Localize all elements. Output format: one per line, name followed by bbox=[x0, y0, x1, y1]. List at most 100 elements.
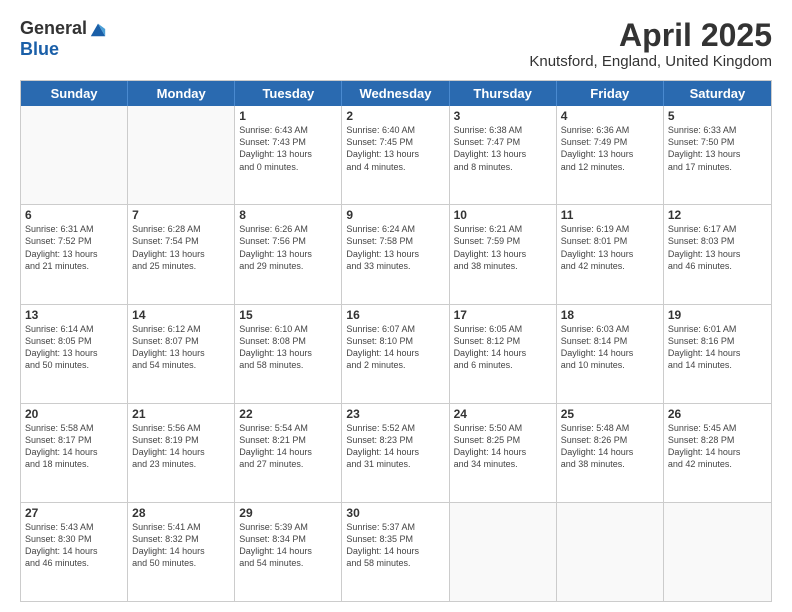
month-title: April 2025 bbox=[529, 18, 772, 53]
day-number: 19 bbox=[668, 308, 767, 322]
day-info: Sunrise: 6:33 AM Sunset: 7:50 PM Dayligh… bbox=[668, 124, 767, 173]
calendar-cell: 2Sunrise: 6:40 AM Sunset: 7:45 PM Daylig… bbox=[342, 106, 449, 204]
logo-text: General bbox=[20, 18, 107, 39]
day-number: 4 bbox=[561, 109, 659, 123]
calendar-week-1: 1Sunrise: 6:43 AM Sunset: 7:43 PM Daylig… bbox=[21, 106, 771, 204]
day-number: 23 bbox=[346, 407, 444, 421]
day-info: Sunrise: 6:28 AM Sunset: 7:54 PM Dayligh… bbox=[132, 223, 230, 272]
logo: General Blue bbox=[20, 18, 107, 60]
day-number: 11 bbox=[561, 208, 659, 222]
calendar-header: SundayMondayTuesdayWednesdayThursdayFrid… bbox=[21, 81, 771, 106]
day-number: 2 bbox=[346, 109, 444, 123]
day-info: Sunrise: 5:54 AM Sunset: 8:21 PM Dayligh… bbox=[239, 422, 337, 471]
day-of-week-saturday: Saturday bbox=[664, 81, 771, 106]
calendar-cell: 22Sunrise: 5:54 AM Sunset: 8:21 PM Dayli… bbox=[235, 404, 342, 502]
day-info: Sunrise: 6:03 AM Sunset: 8:14 PM Dayligh… bbox=[561, 323, 659, 372]
calendar-cell: 17Sunrise: 6:05 AM Sunset: 8:12 PM Dayli… bbox=[450, 305, 557, 403]
day-info: Sunrise: 6:17 AM Sunset: 8:03 PM Dayligh… bbox=[668, 223, 767, 272]
calendar-cell: 23Sunrise: 5:52 AM Sunset: 8:23 PM Dayli… bbox=[342, 404, 449, 502]
day-info: Sunrise: 6:07 AM Sunset: 8:10 PM Dayligh… bbox=[346, 323, 444, 372]
calendar-cell: 28Sunrise: 5:41 AM Sunset: 8:32 PM Dayli… bbox=[128, 503, 235, 601]
day-info: Sunrise: 5:39 AM Sunset: 8:34 PM Dayligh… bbox=[239, 521, 337, 570]
logo-general: General bbox=[20, 18, 87, 39]
day-info: Sunrise: 6:01 AM Sunset: 8:16 PM Dayligh… bbox=[668, 323, 767, 372]
day-number: 1 bbox=[239, 109, 337, 123]
day-info: Sunrise: 6:14 AM Sunset: 8:05 PM Dayligh… bbox=[25, 323, 123, 372]
day-number: 14 bbox=[132, 308, 230, 322]
day-number: 7 bbox=[132, 208, 230, 222]
day-of-week-tuesday: Tuesday bbox=[235, 81, 342, 106]
day-number: 13 bbox=[25, 308, 123, 322]
calendar-cell: 15Sunrise: 6:10 AM Sunset: 8:08 PM Dayli… bbox=[235, 305, 342, 403]
calendar-cell: 24Sunrise: 5:50 AM Sunset: 8:25 PM Dayli… bbox=[450, 404, 557, 502]
calendar: SundayMondayTuesdayWednesdayThursdayFrid… bbox=[20, 80, 772, 602]
day-info: Sunrise: 6:10 AM Sunset: 8:08 PM Dayligh… bbox=[239, 323, 337, 372]
day-info: Sunrise: 5:52 AM Sunset: 8:23 PM Dayligh… bbox=[346, 422, 444, 471]
day-number: 18 bbox=[561, 308, 659, 322]
calendar-cell: 13Sunrise: 6:14 AM Sunset: 8:05 PM Dayli… bbox=[21, 305, 128, 403]
logo-icon bbox=[89, 20, 107, 38]
day-info: Sunrise: 5:45 AM Sunset: 8:28 PM Dayligh… bbox=[668, 422, 767, 471]
day-info: Sunrise: 6:12 AM Sunset: 8:07 PM Dayligh… bbox=[132, 323, 230, 372]
calendar-cell: 19Sunrise: 6:01 AM Sunset: 8:16 PM Dayli… bbox=[664, 305, 771, 403]
calendar-cell: 3Sunrise: 6:38 AM Sunset: 7:47 PM Daylig… bbox=[450, 106, 557, 204]
day-number: 20 bbox=[25, 407, 123, 421]
title-block: April 2025 Knutsford, England, United Ki… bbox=[529, 18, 772, 70]
day-number: 17 bbox=[454, 308, 552, 322]
day-info: Sunrise: 5:37 AM Sunset: 8:35 PM Dayligh… bbox=[346, 521, 444, 570]
calendar-week-2: 6Sunrise: 6:31 AM Sunset: 7:52 PM Daylig… bbox=[21, 204, 771, 303]
calendar-cell: 25Sunrise: 5:48 AM Sunset: 8:26 PM Dayli… bbox=[557, 404, 664, 502]
calendar-cell: 16Sunrise: 6:07 AM Sunset: 8:10 PM Dayli… bbox=[342, 305, 449, 403]
day-info: Sunrise: 6:24 AM Sunset: 7:58 PM Dayligh… bbox=[346, 223, 444, 272]
day-info: Sunrise: 6:43 AM Sunset: 7:43 PM Dayligh… bbox=[239, 124, 337, 173]
calendar-cell: 7Sunrise: 6:28 AM Sunset: 7:54 PM Daylig… bbox=[128, 205, 235, 303]
day-number: 5 bbox=[668, 109, 767, 123]
day-number: 10 bbox=[454, 208, 552, 222]
calendar-cell bbox=[128, 106, 235, 204]
calendar-week-4: 20Sunrise: 5:58 AM Sunset: 8:17 PM Dayli… bbox=[21, 403, 771, 502]
calendar-cell: 20Sunrise: 5:58 AM Sunset: 8:17 PM Dayli… bbox=[21, 404, 128, 502]
calendar-cell: 14Sunrise: 6:12 AM Sunset: 8:07 PM Dayli… bbox=[128, 305, 235, 403]
calendar-cell: 26Sunrise: 5:45 AM Sunset: 8:28 PM Dayli… bbox=[664, 404, 771, 502]
calendar-cell bbox=[557, 503, 664, 601]
calendar-cell bbox=[450, 503, 557, 601]
day-of-week-monday: Monday bbox=[128, 81, 235, 106]
calendar-cell: 27Sunrise: 5:43 AM Sunset: 8:30 PM Dayli… bbox=[21, 503, 128, 601]
day-number: 24 bbox=[454, 407, 552, 421]
day-number: 16 bbox=[346, 308, 444, 322]
logo-blue: Blue bbox=[20, 39, 59, 60]
day-number: 25 bbox=[561, 407, 659, 421]
day-number: 21 bbox=[132, 407, 230, 421]
day-info: Sunrise: 6:05 AM Sunset: 8:12 PM Dayligh… bbox=[454, 323, 552, 372]
day-number: 22 bbox=[239, 407, 337, 421]
day-number: 27 bbox=[25, 506, 123, 520]
day-number: 3 bbox=[454, 109, 552, 123]
calendar-cell: 5Sunrise: 6:33 AM Sunset: 7:50 PM Daylig… bbox=[664, 106, 771, 204]
calendar-cell bbox=[664, 503, 771, 601]
calendar-cell: 30Sunrise: 5:37 AM Sunset: 8:35 PM Dayli… bbox=[342, 503, 449, 601]
calendar-cell: 29Sunrise: 5:39 AM Sunset: 8:34 PM Dayli… bbox=[235, 503, 342, 601]
header: General Blue April 2025 Knutsford, Engla… bbox=[20, 18, 772, 70]
day-info: Sunrise: 6:36 AM Sunset: 7:49 PM Dayligh… bbox=[561, 124, 659, 173]
calendar-cell: 9Sunrise: 6:24 AM Sunset: 7:58 PM Daylig… bbox=[342, 205, 449, 303]
calendar-cell: 1Sunrise: 6:43 AM Sunset: 7:43 PM Daylig… bbox=[235, 106, 342, 204]
day-info: Sunrise: 6:21 AM Sunset: 7:59 PM Dayligh… bbox=[454, 223, 552, 272]
calendar-cell bbox=[21, 106, 128, 204]
day-info: Sunrise: 5:48 AM Sunset: 8:26 PM Dayligh… bbox=[561, 422, 659, 471]
calendar-cell: 4Sunrise: 6:36 AM Sunset: 7:49 PM Daylig… bbox=[557, 106, 664, 204]
day-of-week-wednesday: Wednesday bbox=[342, 81, 449, 106]
day-number: 12 bbox=[668, 208, 767, 222]
day-number: 6 bbox=[25, 208, 123, 222]
calendar-week-3: 13Sunrise: 6:14 AM Sunset: 8:05 PM Dayli… bbox=[21, 304, 771, 403]
location-title: Knutsford, England, United Kingdom bbox=[529, 53, 772, 70]
calendar-cell: 21Sunrise: 5:56 AM Sunset: 8:19 PM Dayli… bbox=[128, 404, 235, 502]
day-info: Sunrise: 6:40 AM Sunset: 7:45 PM Dayligh… bbox=[346, 124, 444, 173]
day-number: 29 bbox=[239, 506, 337, 520]
day-number: 30 bbox=[346, 506, 444, 520]
day-of-week-thursday: Thursday bbox=[450, 81, 557, 106]
day-number: 9 bbox=[346, 208, 444, 222]
day-number: 26 bbox=[668, 407, 767, 421]
day-info: Sunrise: 5:58 AM Sunset: 8:17 PM Dayligh… bbox=[25, 422, 123, 471]
calendar-cell: 11Sunrise: 6:19 AM Sunset: 8:01 PM Dayli… bbox=[557, 205, 664, 303]
calendar-body: 1Sunrise: 6:43 AM Sunset: 7:43 PM Daylig… bbox=[21, 106, 771, 601]
